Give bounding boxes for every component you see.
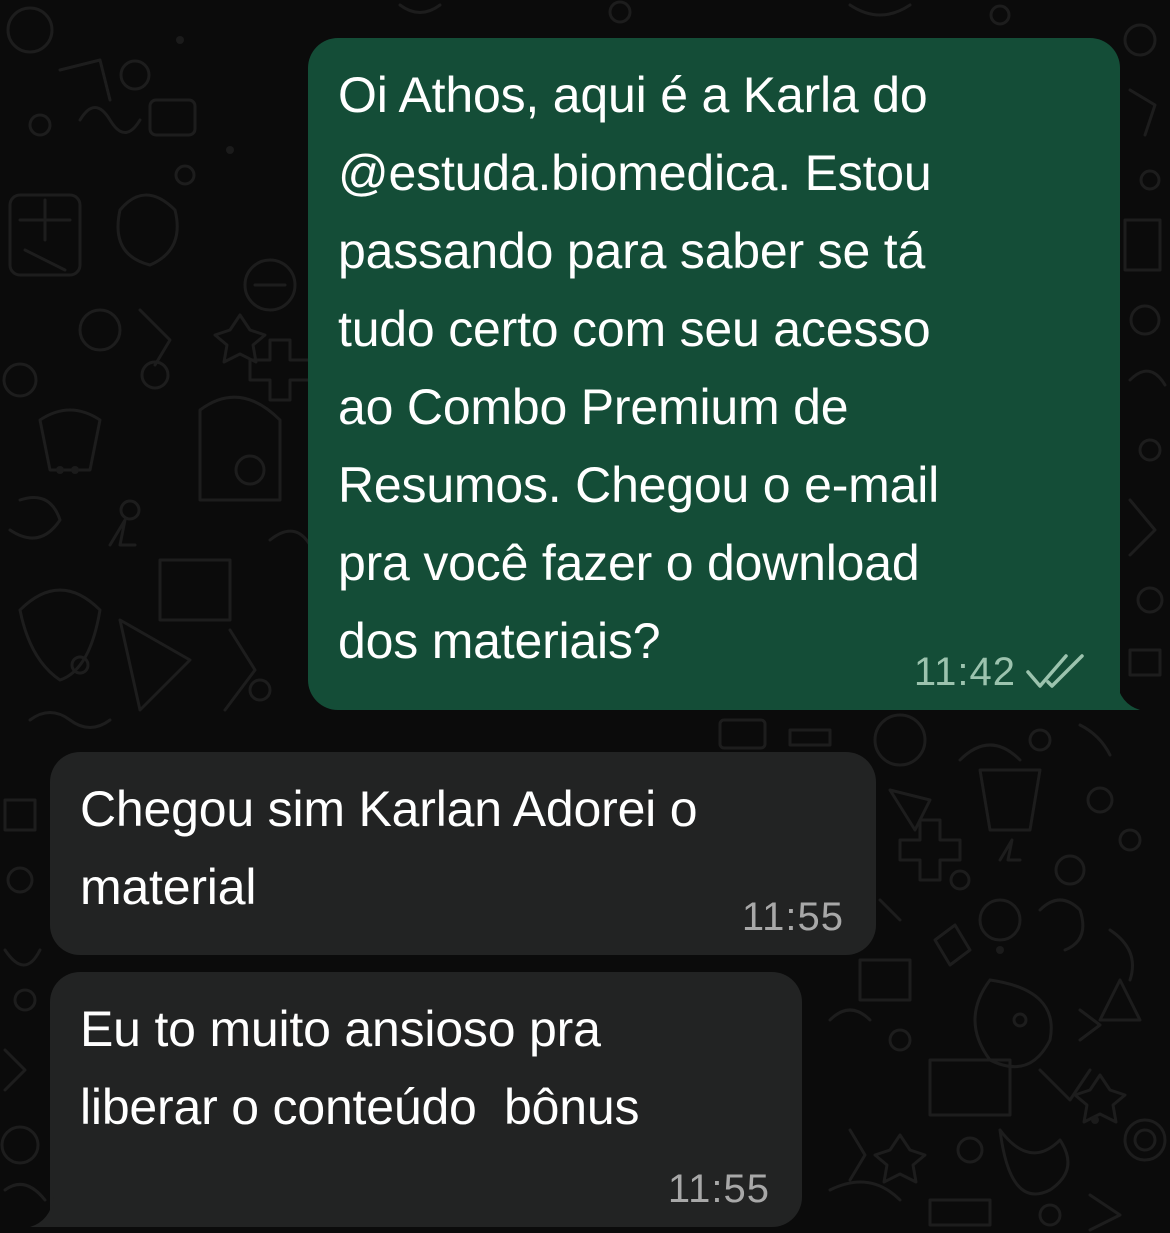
incoming-message-bubble[interactable]: Chegou sim Karlan Adorei o material 11:5… [50,752,876,955]
message-time: 11:55 [667,1167,770,1211]
message-meta: 11:42 [914,652,1088,692]
incoming-message-bubble[interactable]: Eu to muito ansioso pra liberar o conteú… [30,972,802,1227]
bubble-tail [30,1197,54,1227]
message-meta: 11:55 [742,897,844,937]
message-time: 11:55 [741,895,844,939]
outgoing-message-bubble[interactable]: Oi Athos, aqui é a Karla do @estuda.biom… [308,38,1140,710]
message-text: Eu to muito ansioso pra liberar o conteú… [80,1001,640,1135]
message-text: Oi Athos, aqui é a Karla do @estuda.biom… [338,67,940,669]
bubble-tail [1116,680,1140,710]
message-time: 11:42 [913,650,1016,694]
message-meta: 11:55 [668,1169,770,1209]
double-check-icon [1026,652,1088,692]
message-text: Chegou sim Karlan Adorei o material [80,781,698,915]
